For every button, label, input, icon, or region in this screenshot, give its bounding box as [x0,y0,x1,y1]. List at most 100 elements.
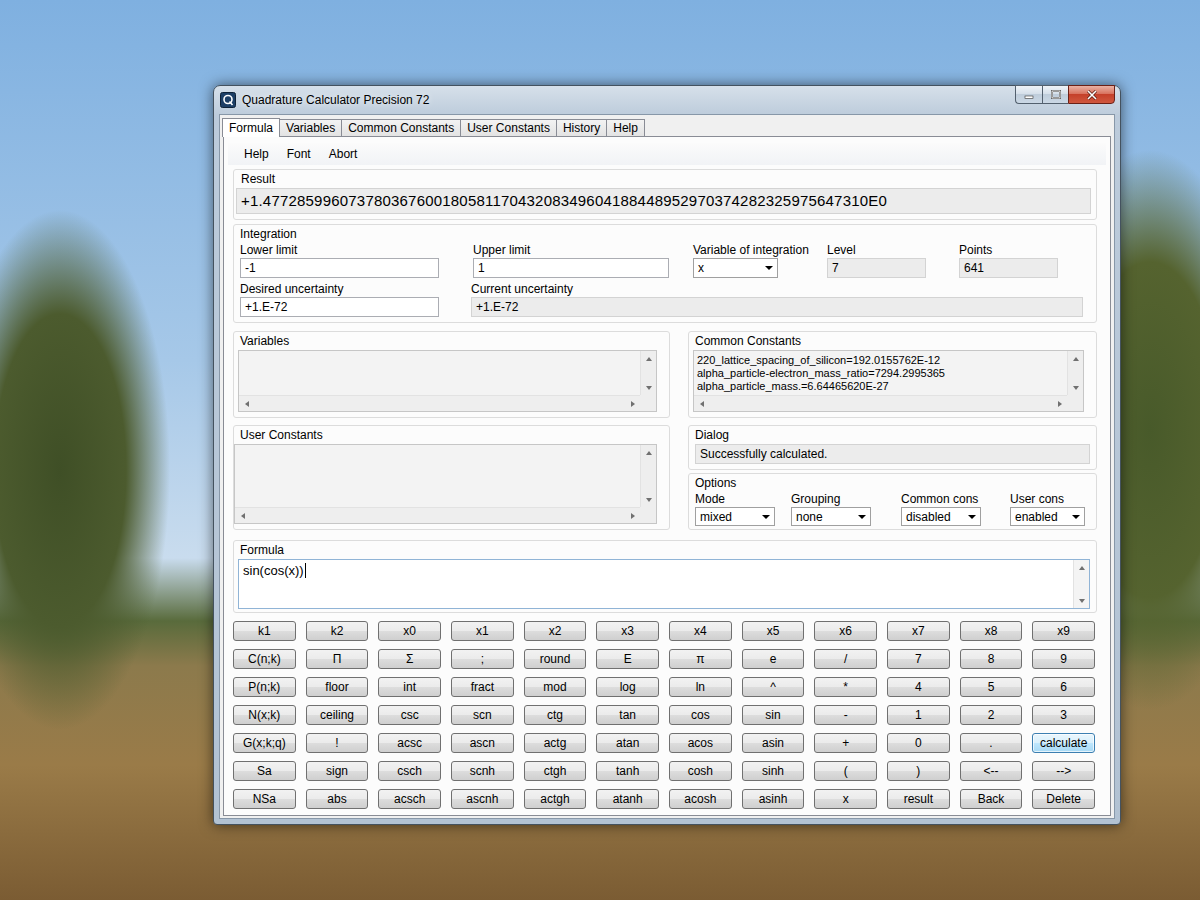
list-item[interactable]: alpha_particle-electron_mass_ratio=7294.… [697,367,1064,380]
keypad-button[interactable]: 6 [1032,677,1095,697]
keypad-button[interactable]: 1 [887,705,950,725]
tab[interactable]: Variables [279,119,342,136]
keypad-button[interactable]: N(x;k) [233,705,296,725]
keypad-button[interactable]: round [524,649,587,669]
variables-list[interactable] [238,350,657,412]
keypad-button[interactable]: cos [669,705,732,725]
keypad-button[interactable]: csch [378,761,441,781]
keypad-button[interactable]: x6 [814,621,877,641]
keypad-button[interactable]: tan [596,705,659,725]
keypad-button[interactable]: actg [524,733,587,753]
minimize-button[interactable] [1015,85,1042,104]
keypad-button[interactable]: ) [887,761,950,781]
maximize-button[interactable] [1042,85,1068,104]
keypad-button[interactable]: calculate [1032,733,1095,753]
tab[interactable]: History [556,119,607,136]
common-constants-list[interactable]: 220_lattice_spacing_of_silicon=192.01557… [693,350,1084,412]
keypad-button[interactable]: <-- [960,761,1023,781]
keypad-button[interactable]: 2 [960,705,1023,725]
vertical-scrollbar[interactable] [1067,351,1083,395]
keypad-button[interactable]: x [814,789,877,809]
keypad-button[interactable]: result [887,789,950,809]
keypad-button[interactable]: acos [669,733,732,753]
scroll-left-button[interactable] [235,508,250,523]
menu-item[interactable]: Help [235,144,278,164]
keypad-button[interactable]: x1 [451,621,514,641]
tab[interactable]: Formula [222,118,280,137]
scroll-down-button[interactable] [1068,380,1083,395]
menu-item[interactable]: Abort [320,144,367,164]
keypad-button[interactable]: tanh [596,761,659,781]
keypad-button[interactable]: ctgh [524,761,587,781]
keypad-button[interactable]: 7 [887,649,950,669]
keypad-button[interactable]: P(n;k) [233,677,296,697]
keypad-button[interactable]: cosh [669,761,732,781]
keypad-button[interactable]: ! [306,733,369,753]
horizontal-scrollbar[interactable] [239,395,640,411]
keypad-button[interactable]: actgh [524,789,587,809]
keypad-button[interactable]: x5 [742,621,805,641]
keypad-button[interactable]: NSa [233,789,296,809]
keypad-button[interactable]: acsc [378,733,441,753]
scroll-right-button[interactable] [1052,396,1067,411]
keypad-button[interactable]: Back [960,789,1023,809]
keypad-button[interactable]: x2 [524,621,587,641]
keypad-button[interactable]: 5 [960,677,1023,697]
keypad-button[interactable]: Σ [378,649,441,669]
keypad-button[interactable]: sin [742,705,805,725]
vertical-scrollbar[interactable] [1073,560,1089,608]
list-item[interactable]: 220_lattice_spacing_of_silicon=192.01557… [697,354,1064,367]
scroll-right-button[interactable] [625,396,640,411]
tab[interactable]: Help [606,119,645,136]
user-constants-list[interactable] [234,444,657,524]
keypad-button[interactable]: acosh [669,789,732,809]
keypad-button[interactable]: atanh [596,789,659,809]
keypad-button[interactable]: e [742,649,805,669]
keypad-button[interactable]: acsch [378,789,441,809]
tab[interactable]: User Constants [460,119,557,136]
title-bar[interactable]: Quadrature Calculator Precision 72 [219,86,1115,114]
keypad-button[interactable]: floor [306,677,369,697]
keypad-button[interactable]: asinh [742,789,805,809]
keypad-button[interactable]: ctg [524,705,587,725]
keypad-button[interactable]: k1 [233,621,296,641]
keypad-button[interactable]: / [814,649,877,669]
keypad-button[interactable]: x8 [960,621,1023,641]
scroll-down-button[interactable] [641,380,656,395]
scroll-left-button[interactable] [239,396,254,411]
keypad-button[interactable]: x9 [1032,621,1095,641]
scroll-up-button[interactable] [1068,351,1083,366]
option-select[interactable]: none [791,507,871,526]
value-field[interactable]: +1.E-72 [240,297,439,317]
keypad-button[interactable]: x0 [378,621,441,641]
value-field[interactable]: 1 [473,258,669,278]
scroll-up-button[interactable] [641,445,656,460]
option-select[interactable]: disabled [901,507,981,526]
scroll-down-button[interactable] [1074,593,1089,608]
keypad-button[interactable]: C(n;k) [233,649,296,669]
value-field[interactable]: -1 [240,258,439,278]
tab[interactable]: Common Constants [341,119,461,136]
keypad-button[interactable]: scnh [451,761,514,781]
keypad-button[interactable]: asin [742,733,805,753]
keypad-button[interactable]: . [960,733,1023,753]
keypad-button[interactable]: ceiling [306,705,369,725]
keypad-button[interactable]: --> [1032,761,1095,781]
menu-item[interactable]: Font [278,144,320,164]
keypad-button[interactable]: 4 [887,677,950,697]
keypad-button[interactable]: G(x;k;q) [233,733,296,753]
keypad-button[interactable]: log [596,677,659,697]
keypad-button[interactable]: csc [378,705,441,725]
keypad-button[interactable]: 8 [960,649,1023,669]
keypad-button[interactable]: fract [451,677,514,697]
scroll-right-button[interactable] [625,508,640,523]
keypad-button[interactable]: abs [306,789,369,809]
keypad-button[interactable]: 9 [1032,649,1095,669]
option-select[interactable]: mixed [695,507,775,526]
keypad-button[interactable]: E [596,649,659,669]
horizontal-scrollbar[interactable] [694,395,1067,411]
formula-input[interactable]: sin(cos(x)) [238,559,1090,609]
keypad-button[interactable]: atan [596,733,659,753]
keypad-button[interactable]: 3 [1032,705,1095,725]
variable-select[interactable]: x [693,258,778,278]
